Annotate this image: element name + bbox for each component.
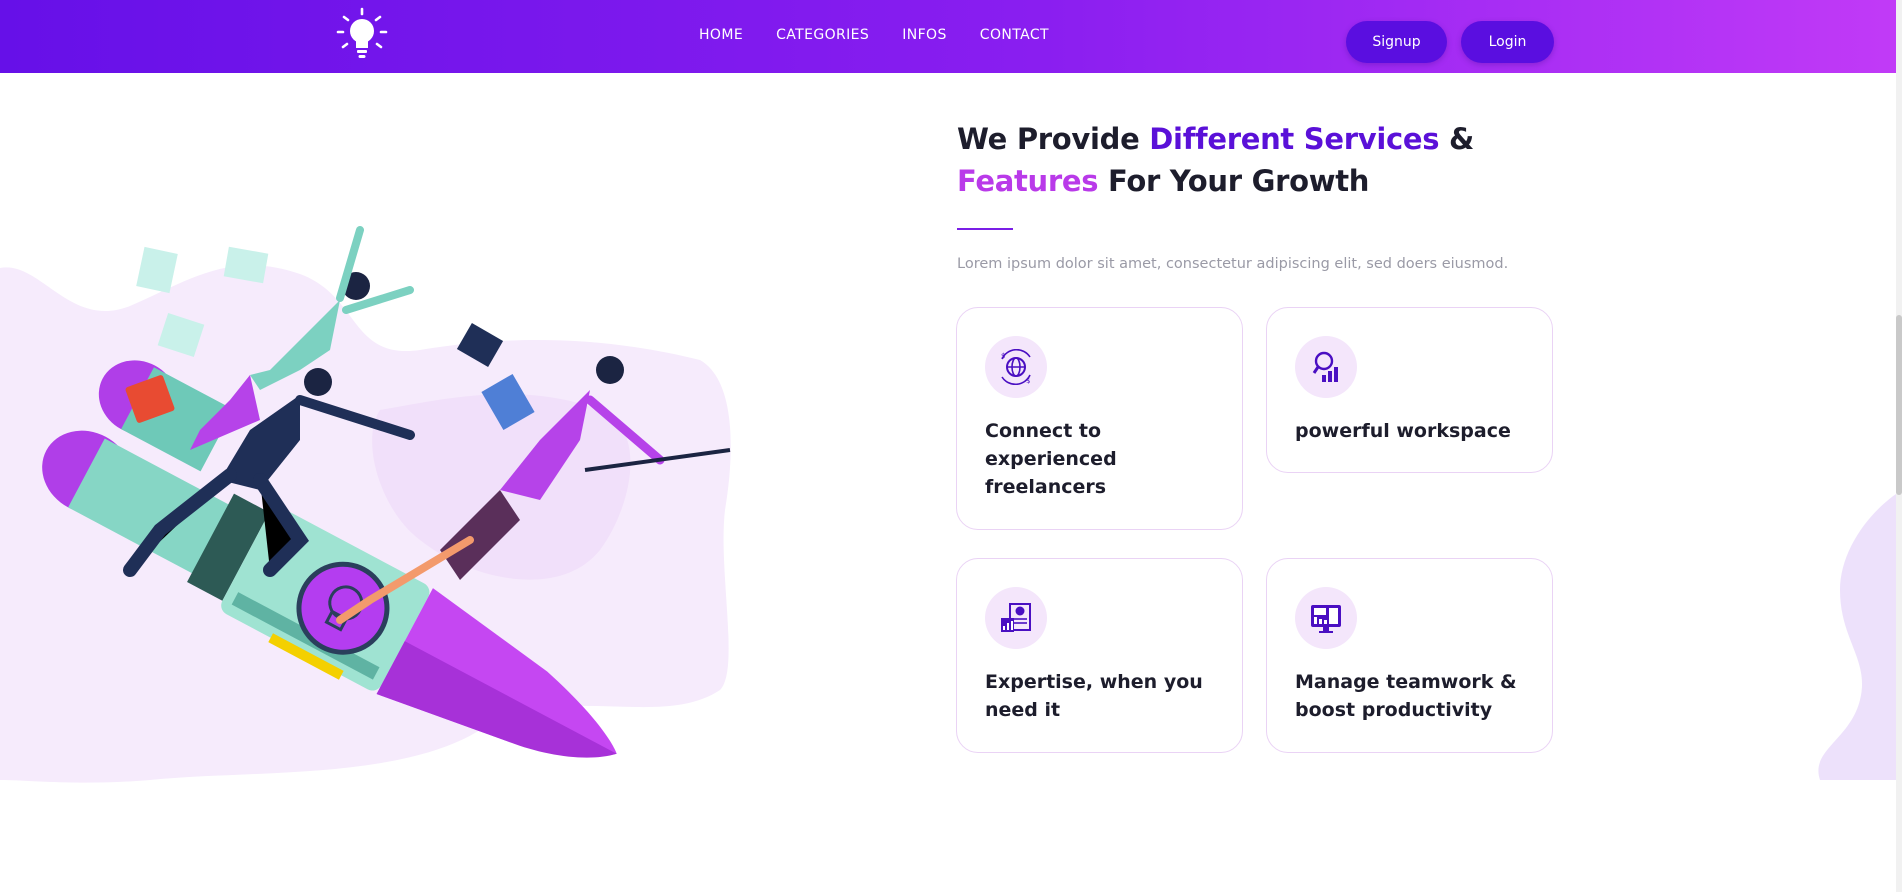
section-heading: We Provide Different Services & Features… xyxy=(957,118,1577,202)
heading-text-2: & xyxy=(1439,122,1474,156)
svg-text:$: $ xyxy=(1026,377,1030,385)
nav-links: HOME CATEGORIES INFOS CONTACT xyxy=(699,26,1049,44)
page-scrollbar[interactable] xyxy=(1896,0,1902,892)
feature-card-title: Expertise, when you need it xyxy=(985,671,1203,721)
heading-highlight-services: Different Services xyxy=(1149,122,1440,156)
svg-text:$: $ xyxy=(1001,352,1005,360)
decorative-blob xyxy=(1818,490,1902,780)
search-analytics-icon xyxy=(1295,336,1357,398)
heading-highlight-features: Features xyxy=(957,164,1099,198)
heading-text-1: We Provide xyxy=(957,122,1150,156)
rocket-team-illustration xyxy=(0,226,731,783)
feature-card-workspace[interactable]: powerful workspace xyxy=(1266,307,1553,473)
scrollbar-thumb[interactable] xyxy=(1896,315,1902,495)
heading-text-3: For Your Growth xyxy=(1098,164,1370,198)
feature-card-expertise[interactable]: Expertise, when you need it xyxy=(956,558,1243,753)
lightbulb-icon[interactable] xyxy=(334,6,390,62)
dashboard-monitor-icon xyxy=(1295,587,1357,649)
feature-card-title: powerful workspace xyxy=(1295,420,1511,442)
nav-link-home[interactable]: HOME xyxy=(699,26,743,44)
feature-card-freelancers[interactable]: $ $ Connect to experienced freelancers xyxy=(956,307,1243,530)
feature-card-title: Manage teamwork & boost productivity xyxy=(1295,671,1517,721)
nav-link-contact[interactable]: CONTACT xyxy=(980,26,1049,44)
top-navbar: HOME CATEGORIES INFOS CONTACT Signup Log… xyxy=(0,0,1896,73)
signup-button[interactable]: Signup xyxy=(1346,21,1447,63)
report-chart-icon xyxy=(985,587,1047,649)
globe-dollar-icon: $ $ xyxy=(985,336,1047,398)
nav-link-infos[interactable]: INFOS xyxy=(902,26,947,44)
login-button[interactable]: Login xyxy=(1461,21,1554,63)
feature-card-title: Connect to experienced freelancers xyxy=(985,420,1117,498)
nav-link-categories[interactable]: CATEGORIES xyxy=(776,26,869,44)
feature-card-teamwork[interactable]: Manage teamwork & boost productivity xyxy=(1266,558,1553,753)
heading-divider xyxy=(957,228,1013,230)
section-subtitle: Lorem ipsum dolor sit amet, consectetur … xyxy=(957,256,1509,272)
